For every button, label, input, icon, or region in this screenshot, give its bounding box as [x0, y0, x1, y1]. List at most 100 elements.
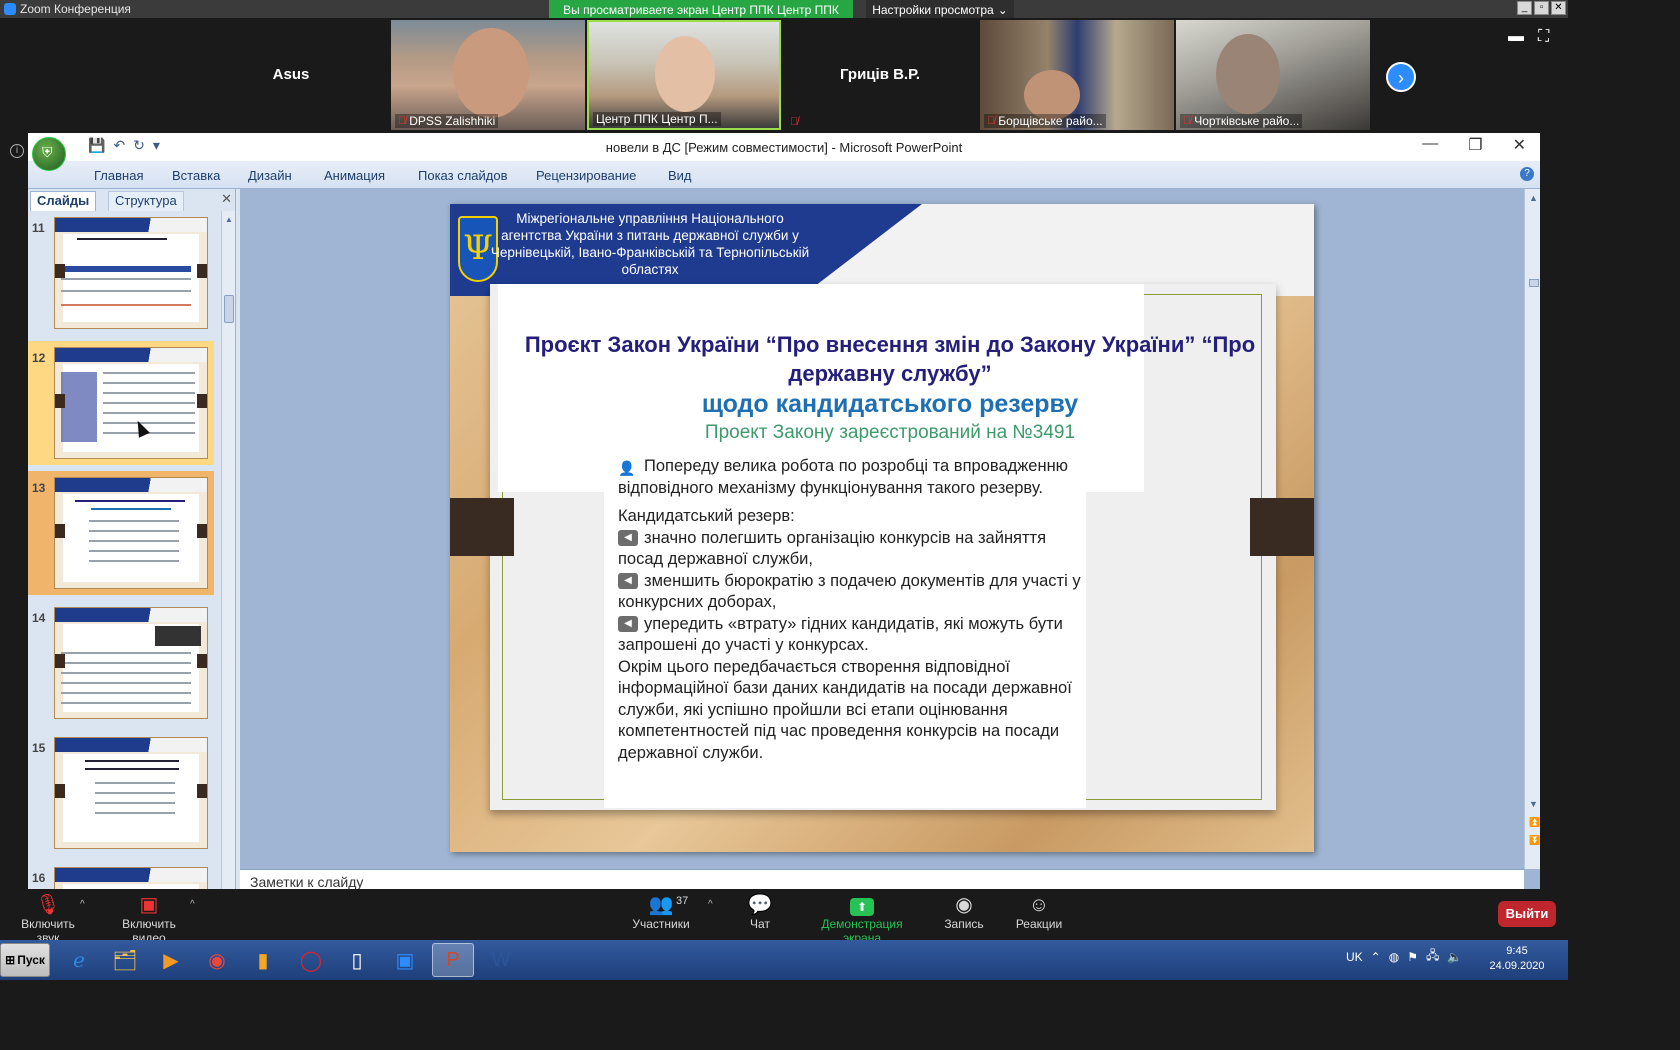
reactions-button[interactable]: ☺ Реакции [1012, 893, 1066, 931]
view-options-button[interactable]: Настройки просмотра ⌄ [866, 0, 1014, 20]
tab-insert[interactable]: Вставка [172, 168, 220, 183]
participant-tile[interactable]: Asus [194, 20, 388, 130]
scroll-up-icon[interactable]: ▲ [225, 215, 233, 224]
close-icon[interactable]: ✕ [1513, 135, 1526, 155]
slide-thumbnail-11[interactable]: 11 [28, 211, 214, 335]
slide-thumbnails: 11 12 13 14 15 16 [28, 211, 222, 889]
app-icon[interactable]: ▮ [242, 943, 284, 977]
slide-body: 👤 Попереду велика робота по розробці та в… [618, 456, 1088, 764]
notes-placeholder: Заметки к слайду [250, 874, 364, 889]
tab-design[interactable]: Дизайн [248, 168, 292, 183]
chevron-down-icon: ⌄ [997, 3, 1008, 17]
taskbar-clock[interactable]: 9:45 24.09.2020 [1486, 944, 1548, 974]
person-icon: 👤 [618, 459, 636, 476]
slide-thumbnail-16[interactable]: 16 [28, 861, 214, 889]
participants-options-chevron-icon[interactable]: ^ [708, 899, 713, 910]
mic-muted-icon: 🎙̸ [790, 116, 799, 128]
document-icon[interactable]: ▯ [336, 943, 378, 977]
record-label: Запись [944, 917, 984, 931]
tab-slideshow[interactable]: Показ слайдов [418, 168, 508, 183]
chat-button[interactable]: 💬 Чат [740, 893, 780, 931]
previous-slide-icon[interactable]: ⏫ [1529, 817, 1540, 828]
leave-button[interactable]: Выйти [1498, 901, 1556, 927]
network-icon[interactable]: 🖧 [1426, 946, 1439, 967]
chrome-icon[interactable]: ◉ [196, 943, 238, 977]
share-screen-button[interactable]: ⬆ Демонстрация экрана [802, 893, 922, 945]
start-button[interactable]: ⊞ Пуск [0, 943, 50, 977]
scroll-down-icon[interactable]: ▼ [1529, 799, 1538, 809]
restore-icon[interactable]: ▫ [1534, 1, 1549, 15]
audio-options-chevron-icon[interactable]: ^ [80, 899, 85, 910]
close-icon[interactable]: ✕ [1551, 1, 1566, 15]
volume-icon[interactable]: 🔈 [1447, 950, 1462, 964]
participant-tile[interactable]: 🎙̸ DPSS Zalishhiki [391, 20, 585, 130]
slide-thumbnail-15[interactable]: 15 [28, 731, 214, 855]
slide-thumbnail-12[interactable]: 12 [28, 341, 214, 465]
record-button[interactable]: ◉ Запись [940, 893, 988, 931]
fullscreen-icon[interactable]: ⛶ [1538, 28, 1549, 46]
slide-thumbnail-13-selected[interactable]: 13 [28, 471, 214, 595]
thumbnails-scrollbar[interactable]: ▲ [221, 211, 235, 889]
participants-count: 37 [676, 895, 689, 907]
tab-view[interactable]: Вид [668, 168, 692, 183]
help-icon[interactable]: ? [1520, 167, 1534, 181]
pane-tabs: Слайды Структура ✕ [28, 189, 236, 211]
participant-tile[interactable]: Гриців В.Р. 🎙̸ [783, 20, 977, 130]
participant-label: 🎙̸ Борщівське райо... [984, 114, 1106, 128]
zoom-app-icon[interactable]: ▣ [384, 943, 426, 977]
tab-review[interactable]: Рецензирование [536, 168, 636, 183]
next-slide-icon[interactable]: ⏬ [1529, 835, 1540, 846]
tab-animation[interactable]: Анимация [324, 168, 385, 183]
office-button[interactable]: ⛨ [32, 137, 66, 171]
screen: Zoom Конференция _ ▫ ✕ Вы просматриваете… [0, 0, 1568, 980]
internet-explorer-icon[interactable]: ℯ [58, 943, 100, 977]
minimize-icon[interactable]: _ [1517, 1, 1532, 15]
current-slide[interactable]: Ψ Міжрегіональне управління Національног… [450, 204, 1314, 852]
unmute-button[interactable]: 🎙 Включить звук [8, 893, 88, 945]
slide-header-text: Міжрегіональне управління Національного … [490, 211, 810, 277]
ppt-title-bar: 💾 ↶ ↻ ▾ новели в ДС [Режим совместимости… [28, 133, 1540, 161]
show-hidden-icons-icon[interactable]: ⌃ [1371, 950, 1381, 964]
participant-tile[interactable]: 🎙̸ Чортківське райо... [1176, 20, 1370, 130]
intro-paragraph: 👤 Попереду велика робота по розробці та в… [618, 456, 1088, 499]
slide-preview [54, 477, 208, 589]
next-page-arrow-icon[interactable]: › [1386, 62, 1416, 92]
zoom-title: Zoom Конференция [4, 2, 131, 16]
start-video-button[interactable]: ▣ Включить видео [104, 893, 194, 945]
windows-taskbar: ⊞ Пуск ℯ 🗂 ▶ ◉ ▮ ◯ ▯ ▣ P W UK ⌃ ◍ ⚑ 🖧 🔈 … [0, 940, 1568, 980]
tray-app-icon[interactable]: ◍ [1389, 950, 1399, 964]
word-icon[interactable]: W [480, 943, 522, 977]
restore-icon[interactable]: ❐ [1468, 135, 1482, 155]
zoom-window-title: Zoom Конференция [20, 2, 131, 16]
tab-outline[interactable]: Структура [108, 191, 184, 211]
record-icon: ◉ [955, 894, 973, 916]
close-pane-icon[interactable]: ✕ [221, 191, 232, 207]
mic-muted-icon: 🎙̸ [987, 115, 996, 127]
slide-thumbnail-14[interactable]: 14 [28, 601, 214, 725]
participant-label: 🎙̸ [787, 116, 801, 128]
participant-name: Центр ППК Центр П... [596, 112, 718, 126]
opera-icon[interactable]: ◯ [290, 943, 332, 977]
tab-home[interactable]: Главная [94, 168, 143, 183]
notes-pane[interactable]: Заметки к слайду [240, 869, 1524, 889]
tab-slides[interactable]: Слайды [30, 191, 97, 211]
slide-scrollbar[interactable]: ▲ ▼ ⏫ ⏬ [1524, 189, 1540, 869]
minimize-icon[interactable]: — [1422, 135, 1438, 155]
language-indicator[interactable]: UK [1346, 950, 1363, 964]
mic-muted-icon: 🎙 [35, 894, 61, 916]
powerpoint-icon[interactable]: P [432, 943, 474, 977]
mic-muted-icon: 🎙̸ [398, 115, 407, 127]
video-options-chevron-icon[interactable]: ^ [190, 899, 195, 910]
tray-flag-icon[interactable]: ⚑ [1407, 950, 1418, 964]
info-icon[interactable]: i [10, 144, 24, 158]
scroll-thumb[interactable] [1529, 279, 1539, 287]
file-explorer-icon[interactable]: 🗂 [104, 943, 146, 977]
zoom-toolbar: 🎙 Включить звук ^ ▣ Включить видео ^ 👥 У… [0, 889, 1568, 945]
participant-tile-active-speaker[interactable]: Центр ППК Центр П... [587, 20, 781, 130]
participant-tile[interactable]: 🎙̸ Борщівське райо... [980, 20, 1174, 130]
hide-video-panel-icon[interactable]: ▬ [1508, 28, 1524, 46]
participant-video [453, 28, 529, 118]
scroll-up-icon[interactable]: ▲ [1529, 193, 1538, 203]
media-player-icon[interactable]: ▶ [150, 943, 192, 977]
scroll-thumb[interactable] [224, 295, 234, 323]
